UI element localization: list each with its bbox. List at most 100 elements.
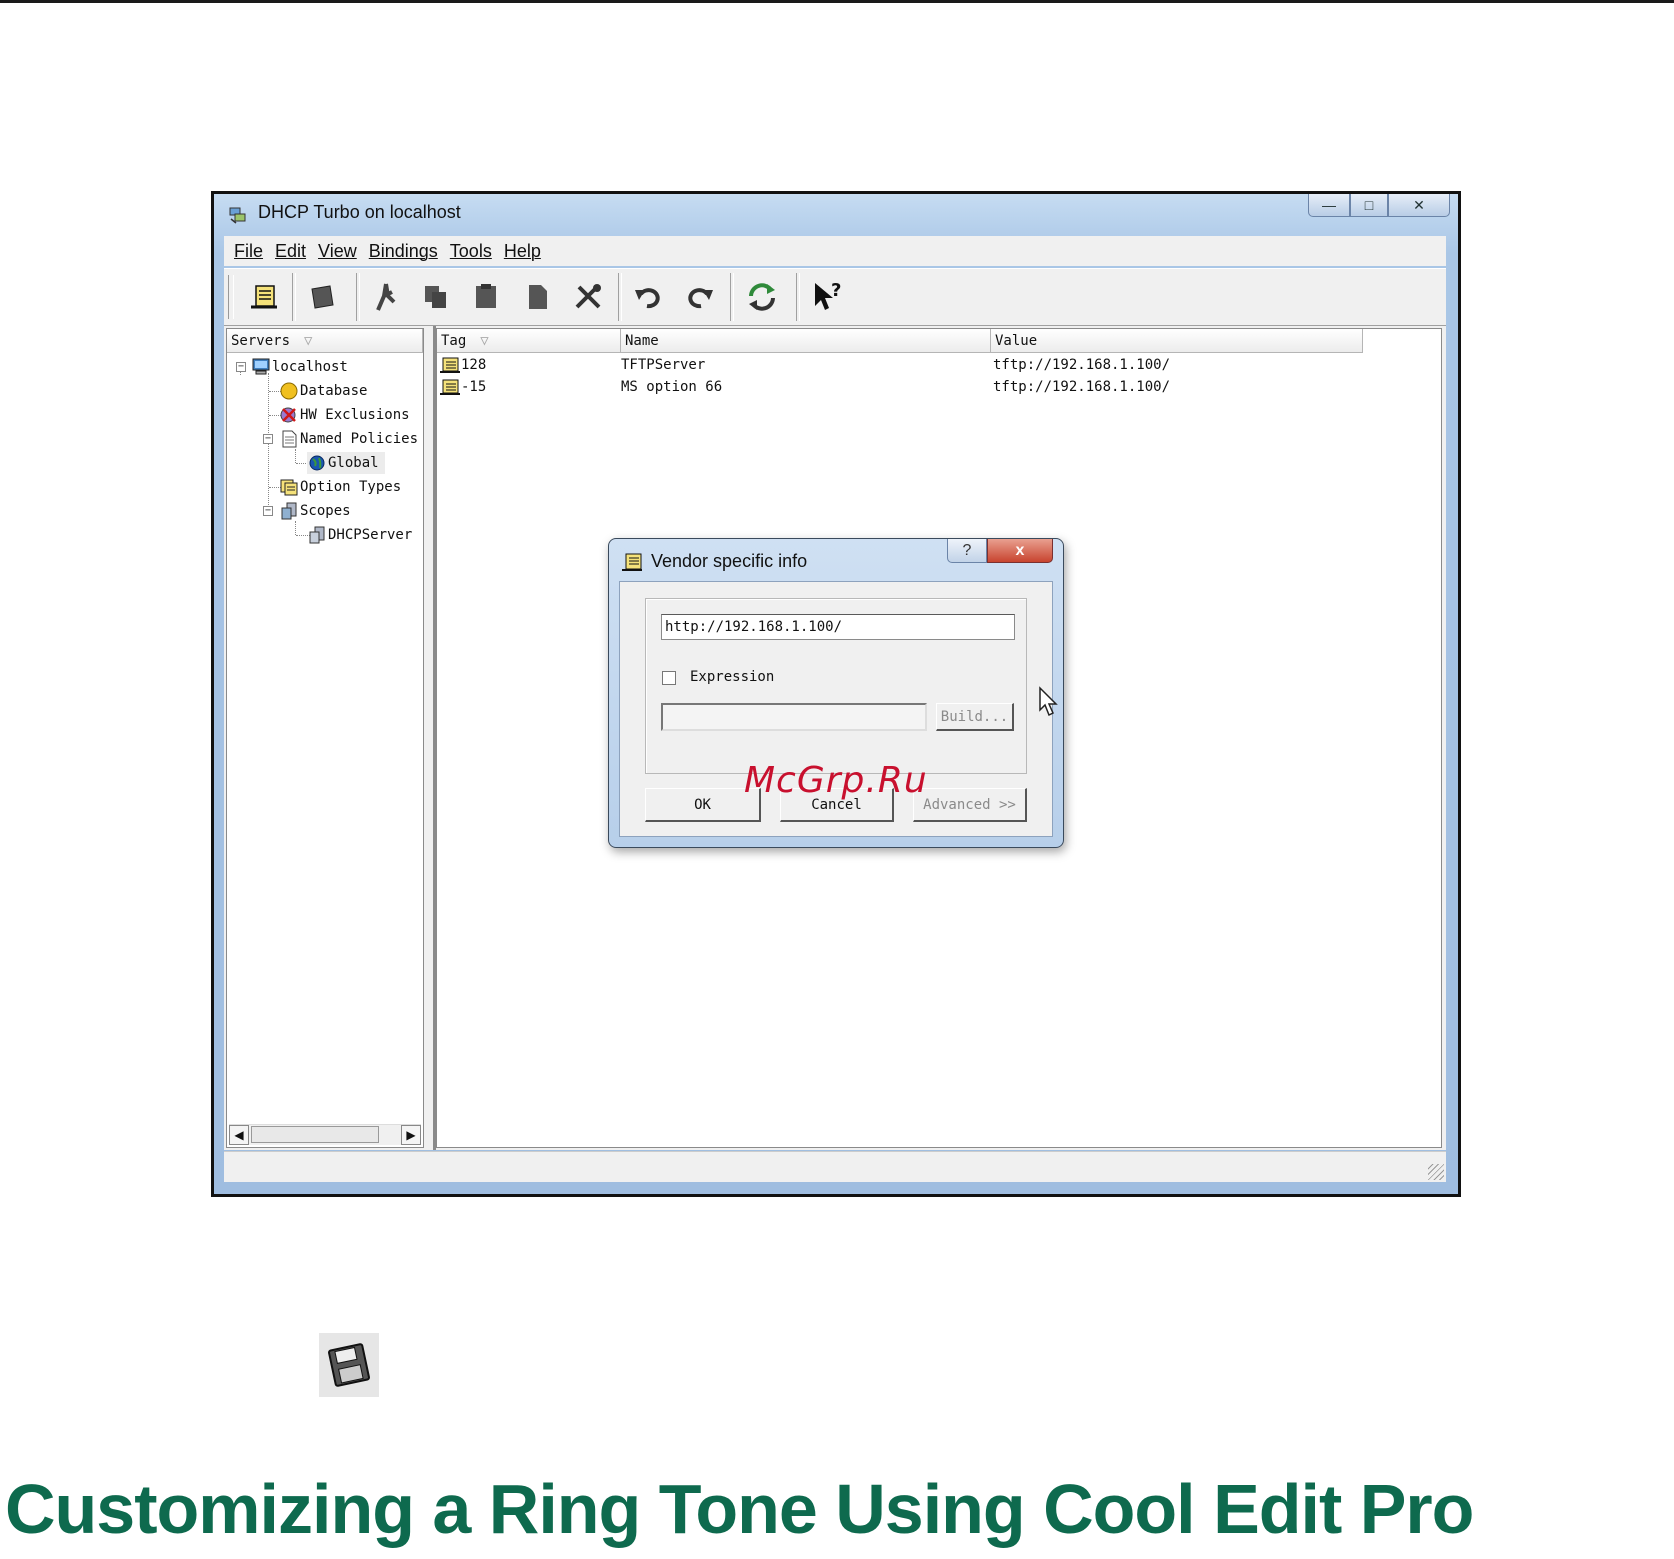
menu-edit[interactable]: Edit bbox=[275, 241, 306, 262]
collapse-named-policies-toggle[interactable]: − bbox=[263, 434, 273, 444]
maximize-icon: □ bbox=[1364, 197, 1374, 213]
computer-icon bbox=[252, 358, 270, 375]
option-icon bbox=[440, 357, 460, 373]
refresh-button[interactable] bbox=[742, 277, 782, 317]
build-button[interactable]: Build... bbox=[936, 703, 1014, 731]
tree-node-dhcpserver[interactable]: DHCPServer bbox=[307, 524, 412, 546]
option-types-icon bbox=[280, 479, 298, 496]
vendor-specific-info-dialog: Vendor specific info ? x Expression Buil… bbox=[608, 538, 1064, 848]
undo-icon bbox=[635, 288, 660, 309]
resize-grip-icon[interactable] bbox=[1428, 1164, 1444, 1180]
menu-help[interactable]: Help bbox=[504, 241, 541, 262]
toolbar-grip[interactable] bbox=[228, 275, 234, 319]
option-icon bbox=[251, 285, 277, 309]
exclusions-icon bbox=[280, 407, 296, 423]
toolbar-separator bbox=[618, 273, 622, 321]
tree-node-label: Database bbox=[300, 383, 368, 399]
list-cell-name: MS option 66 bbox=[621, 379, 723, 395]
title-bar[interactable]: DHCP Turbo on localhost — □ ✕ bbox=[214, 194, 1458, 234]
menu-bindings[interactable]: Bindings bbox=[369, 241, 438, 262]
collapse-localhost-toggle[interactable]: − bbox=[236, 362, 246, 372]
servers-header-label: Servers bbox=[231, 333, 291, 349]
option-icon bbox=[622, 553, 642, 571]
undo-button[interactable] bbox=[628, 277, 668, 317]
section-heading: Customizing a Ring Tone Using Cool Edit … bbox=[5, 1470, 1474, 1548]
tree-node-hw-exclusions[interactable]: HW Exclusions bbox=[279, 404, 410, 426]
list-cell-value: tftp://192.168.1.100/ bbox=[993, 379, 1171, 395]
tag-column-header[interactable]: Tag ▽ bbox=[437, 329, 621, 353]
name-column-header[interactable]: Name bbox=[621, 329, 991, 353]
top-rule bbox=[0, 0, 1674, 3]
app-icon bbox=[229, 207, 246, 224]
tag-header-label: Tag bbox=[441, 333, 467, 349]
tree-node-label: Named Policies bbox=[300, 431, 419, 447]
dialog-title: Vendor specific info bbox=[651, 551, 808, 571]
tree-node-named-policies[interactable]: Named Policies bbox=[279, 428, 418, 450]
servers-column-header[interactable]: Servers ▽ bbox=[227, 329, 423, 353]
pane-splitter[interactable] bbox=[426, 326, 436, 1150]
menu-tools[interactable]: Tools bbox=[450, 241, 492, 262]
toolbar-separator bbox=[796, 273, 800, 321]
tree-node-option-types[interactable]: Option Types bbox=[279, 476, 401, 498]
option-button[interactable] bbox=[244, 277, 284, 317]
erase-button[interactable] bbox=[302, 277, 342, 317]
list-row[interactable]: 128 TFTPServer tftp://192.168.1.100/ bbox=[439, 355, 1359, 375]
close-icon: ✕ bbox=[1413, 196, 1425, 213]
collapse-scopes-toggle[interactable]: − bbox=[263, 506, 273, 516]
list-row[interactable]: -15 MS option 66 tftp://192.168.1.100/ bbox=[439, 377, 1359, 397]
save-button[interactable] bbox=[319, 1333, 379, 1397]
value-column-header[interactable]: Value bbox=[991, 329, 1363, 353]
list-cell-tag: 128 bbox=[461, 357, 487, 373]
cut-button[interactable] bbox=[366, 277, 406, 317]
name-header-label: Name bbox=[625, 333, 659, 349]
close-button[interactable]: ✕ bbox=[1388, 194, 1450, 217]
caption-buttons: — □ ✕ bbox=[1308, 194, 1450, 218]
tree-node-label: DHCPServer bbox=[328, 527, 413, 543]
scroll-right-icon: ▶ bbox=[406, 1128, 416, 1142]
scroll-left-button[interactable]: ◀ bbox=[229, 1125, 249, 1145]
scopes-icon bbox=[281, 502, 297, 520]
status-bar bbox=[224, 1151, 1446, 1182]
copy-button[interactable] bbox=[416, 277, 456, 317]
refresh-icon bbox=[749, 283, 775, 311]
new-button[interactable] bbox=[518, 277, 558, 317]
tree-node-database[interactable]: Database bbox=[279, 380, 367, 402]
context-help-icon: ? bbox=[815, 280, 841, 310]
server-icon bbox=[309, 526, 325, 544]
maximize-button[interactable]: □ bbox=[1350, 194, 1388, 217]
redo-button[interactable] bbox=[680, 277, 720, 317]
tree-node-localhost[interactable]: localhost bbox=[251, 356, 348, 378]
tree-node-label: localhost bbox=[272, 359, 348, 375]
servers-tree-pane: Servers ▽ − localhost Database HW Exclus… bbox=[226, 328, 424, 1148]
tree-node-label: Global bbox=[328, 455, 379, 471]
expression-input[interactable] bbox=[661, 703, 927, 731]
close-icon: x bbox=[1015, 541, 1025, 559]
dialog-help-button[interactable]: ? bbox=[947, 539, 987, 563]
sort-arrow-icon: ▽ bbox=[480, 333, 489, 349]
list-cell-name: TFTPServer bbox=[621, 357, 706, 373]
minimize-icon: — bbox=[1322, 197, 1336, 213]
vendor-value-input[interactable] bbox=[661, 614, 1015, 640]
policies-icon bbox=[282, 430, 297, 448]
scrollbar-thumb[interactable] bbox=[251, 1126, 379, 1143]
paste-button[interactable] bbox=[466, 277, 506, 317]
tree-node-scopes[interactable]: Scopes bbox=[279, 500, 351, 522]
menu-file[interactable]: File bbox=[234, 241, 263, 262]
context-help-button[interactable]: ? bbox=[808, 277, 848, 317]
svg-text:?: ? bbox=[831, 280, 841, 301]
tree-horizontal-scrollbar[interactable]: ◀ ▶ bbox=[229, 1124, 421, 1145]
menu-view[interactable]: View bbox=[318, 241, 357, 262]
globe-icon bbox=[309, 455, 325, 471]
dialog-close-button[interactable]: x bbox=[987, 539, 1053, 563]
tree-node-global[interactable]: Global bbox=[307, 452, 385, 474]
mouse-cursor-icon bbox=[1039, 686, 1058, 717]
expression-checkbox[interactable] bbox=[662, 671, 676, 685]
copy-icon bbox=[425, 286, 446, 308]
redo-icon bbox=[688, 288, 713, 309]
scroll-right-button[interactable]: ▶ bbox=[401, 1125, 421, 1145]
advanced-button[interactable]: Advanced >> bbox=[913, 788, 1027, 822]
properties-icon bbox=[575, 284, 601, 309]
properties-button[interactable] bbox=[568, 277, 608, 317]
list-cell-value: tftp://192.168.1.100/ bbox=[993, 357, 1171, 373]
minimize-button[interactable]: — bbox=[1308, 194, 1350, 217]
